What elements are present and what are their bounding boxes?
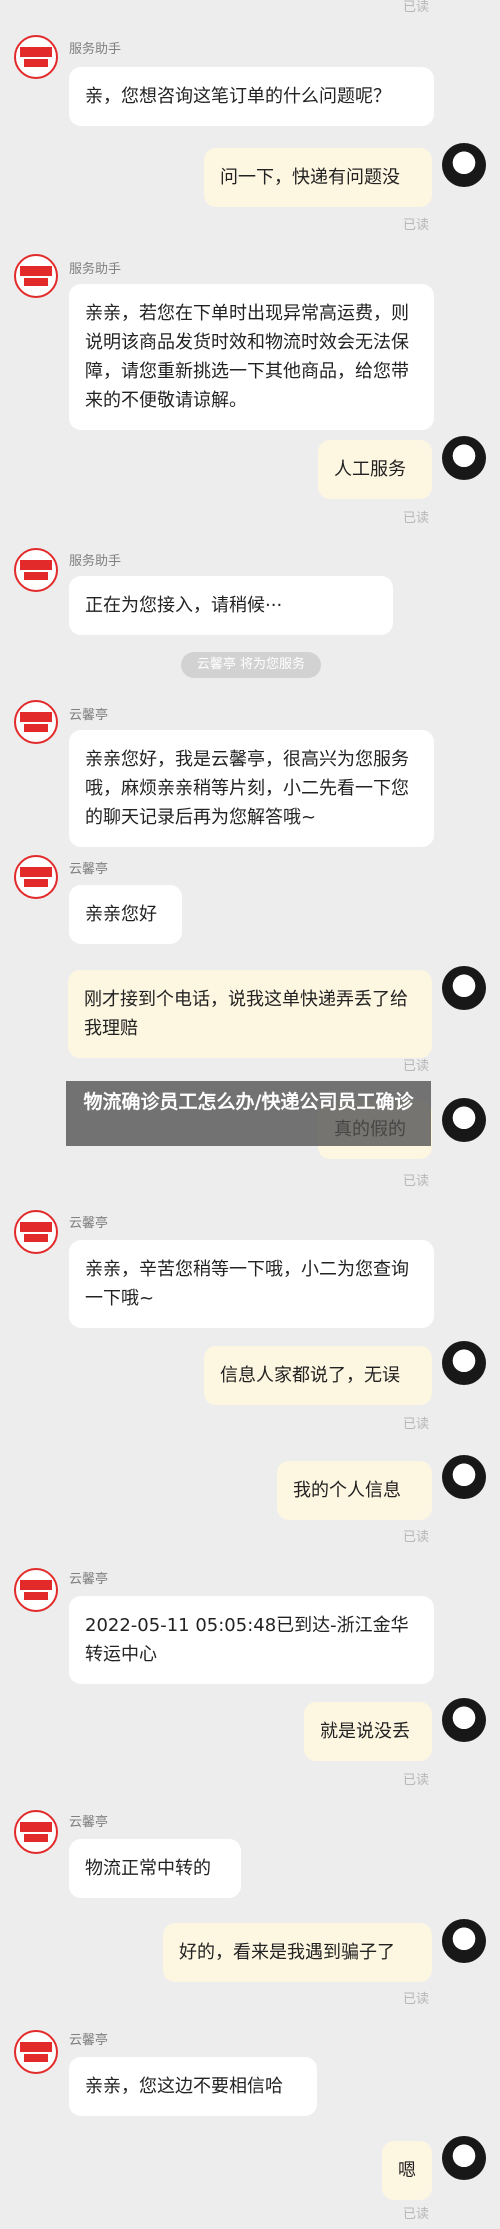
shop-avatar[interactable] <box>14 548 58 592</box>
message-bubble[interactable]: 刚才接到个电话，说我这单快递弄丢了给我理赔 <box>68 970 432 1058</box>
message-bubble[interactable]: 亲，您想咨询这笔订单的什么问题呢？ <box>69 67 434 126</box>
read-receipt: 已读 <box>402 1773 429 1788</box>
user-avatar[interactable] <box>442 1098 486 1142</box>
message-bubble[interactable]: 亲亲您好，我是云馨亭，很高兴为您服务哦，麻烦亲亲稍等片刻，小二先看一下您的聊天记… <box>69 730 434 847</box>
sender-name: 云馨亭 <box>69 2033 109 2048</box>
message-bubble[interactable]: 人工服务 <box>318 440 432 499</box>
user-avatar[interactable] <box>442 436 486 480</box>
sender-name: 服务助手 <box>69 554 122 569</box>
shop-avatar[interactable] <box>14 1810 58 1854</box>
message-bubble[interactable]: 亲亲，辛苦您稍等一下哦，小二为您查询一下哦~ <box>69 1240 434 1328</box>
message-bubble[interactable]: 问一下，快递有问题没 <box>204 148 432 207</box>
shop-avatar[interactable] <box>14 254 58 298</box>
sender-name: 云馨亭 <box>69 708 109 723</box>
read-receipt: 已读 <box>402 1992 429 2007</box>
message-bubble[interactable]: 物流正常中转的 <box>69 1839 241 1898</box>
message-bubble[interactable]: 我的个人信息 <box>277 1461 432 1520</box>
message-bubble[interactable]: 就是说没丢 <box>304 1702 432 1761</box>
user-avatar[interactable] <box>442 1341 486 1385</box>
sender-name: 云馨亭 <box>69 862 109 877</box>
user-avatar[interactable] <box>442 966 486 1010</box>
sender-name: 云馨亭 <box>69 1572 109 1587</box>
sender-name: 云馨亭 <box>69 1216 109 1231</box>
shop-avatar[interactable] <box>14 700 58 744</box>
system-notice: 云馨亭 将为您服务 <box>181 652 321 678</box>
message-bubble[interactable]: 2022-05-11 05:05:48已到达-浙江金华转运中心 <box>69 1596 434 1684</box>
shop-avatar[interactable] <box>14 35 58 79</box>
message-bubble[interactable]: 亲亲，您这边不要相信哈 <box>69 2057 317 2116</box>
shop-avatar[interactable] <box>14 855 58 899</box>
read-receipt: 已读 <box>402 511 429 526</box>
read-receipt: 已读 <box>402 1174 429 1189</box>
user-avatar[interactable] <box>442 143 486 187</box>
user-avatar[interactable] <box>442 1698 486 1742</box>
shop-avatar[interactable] <box>14 2030 58 2074</box>
read-receipt: 已读 <box>402 0 429 15</box>
message-bubble[interactable]: 嗯 <box>382 2141 432 2200</box>
sender-name: 服务助手 <box>69 262 122 277</box>
read-receipt: 已读 <box>402 1417 429 1432</box>
message-bubble[interactable]: 亲亲您好 <box>69 885 182 944</box>
sender-name: 服务助手 <box>69 42 122 57</box>
shop-avatar[interactable] <box>14 1568 58 1612</box>
user-avatar[interactable] <box>442 2136 486 2180</box>
read-receipt: 已读 <box>402 1530 429 1545</box>
user-avatar[interactable] <box>442 1919 486 1963</box>
user-avatar[interactable] <box>442 1455 486 1499</box>
read-receipt: 已读 <box>402 218 429 233</box>
read-receipt: 已读 <box>402 1059 429 1074</box>
message-bubble[interactable]: 好的，看来是我遇到骗子了 <box>163 1923 432 1982</box>
article-title-overlay: 物流确诊员工怎么办/快递公司员工确诊 <box>66 1081 431 1146</box>
shop-avatar[interactable] <box>14 1210 58 1254</box>
message-bubble[interactable]: 信息人家都说了，无误 <box>204 1346 432 1405</box>
message-bubble[interactable]: 亲亲，若您在下单时出现异常高运费，则说明该商品发货时效和物流时效会无法保障，请您… <box>69 284 434 430</box>
read-receipt: 已读 <box>402 2207 429 2222</box>
message-bubble[interactable]: 正在为您接入，请稍候··· <box>69 576 393 635</box>
sender-name: 云馨亭 <box>69 1815 109 1830</box>
